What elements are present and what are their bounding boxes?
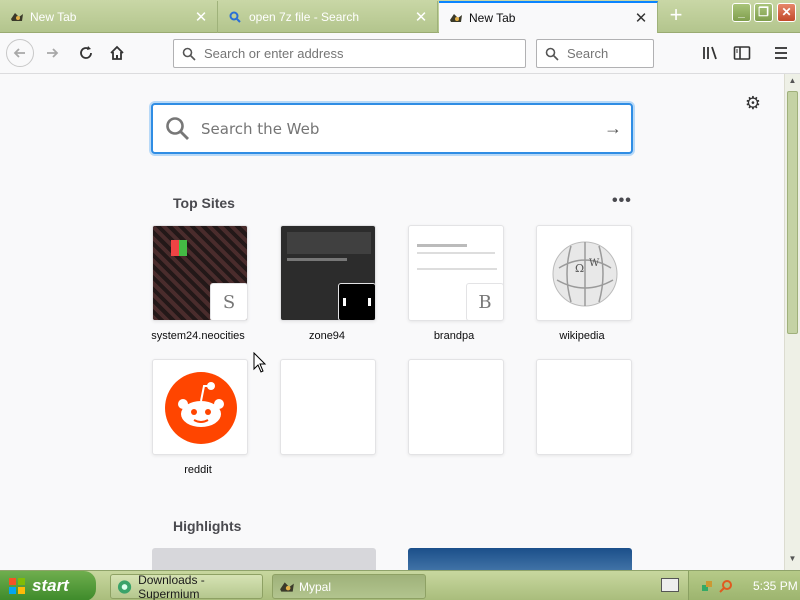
search-icon: [545, 47, 559, 61]
tab-title: open 7z file - Search: [249, 10, 360, 24]
tab-strip: New Tab ✕ open 7z file - Search ✕ New Ta…: [0, 0, 800, 33]
menu-button[interactable]: [767, 39, 795, 67]
taskbar-item-downloads[interactable]: Downloads - Supermium: [110, 572, 263, 600]
top-site-tile-brandpa[interactable]: B: [408, 225, 504, 321]
tile-letter-badge: B: [466, 283, 503, 320]
maximize-button[interactable]: ❐: [754, 3, 773, 22]
address-input[interactable]: [204, 46, 484, 61]
new-tab-page: → ⚙ Top Sites ••• S system24.neocities z…: [0, 74, 784, 570]
tile-thumbnail-line: [417, 268, 497, 270]
tile-favicon-badge: [338, 283, 375, 320]
close-window-button[interactable]: ✕: [777, 3, 796, 22]
empty-top-site-slot[interactable]: [536, 359, 632, 455]
start-button[interactable]: start: [0, 571, 96, 600]
taskbar-item-label: Downloads - Supermium: [138, 572, 205, 600]
search-icon: [229, 11, 241, 23]
windows-flag-icon: [9, 578, 25, 594]
tile-thumbnail-line: [287, 258, 347, 261]
minimize-button[interactable]: _: [732, 3, 751, 22]
keyboard-icon[interactable]: [661, 578, 679, 592]
address-bar[interactable]: [173, 39, 526, 68]
forward-arrow-icon: [47, 48, 59, 58]
clock[interactable]: 5:35 PM: [753, 579, 798, 593]
top-site-label: reddit: [184, 464, 212, 476]
back-arrow-icon: [13, 48, 25, 58]
tab-title: New Tab: [469, 11, 516, 25]
scroll-down-icon[interactable]: ▼: [787, 554, 798, 567]
reddit-icon: [165, 372, 237, 444]
highlight-card[interactable]: [408, 548, 632, 570]
top-sites-heading: Top Sites: [173, 195, 235, 211]
reload-button[interactable]: [72, 39, 100, 67]
web-search-input[interactable]: [201, 119, 595, 138]
tab-new-tab-active[interactable]: New Tab ✕: [439, 1, 658, 33]
top-site-label: wikipedia: [559, 330, 605, 342]
gear-icon[interactable]: ⚙: [744, 94, 762, 112]
empty-top-site-slot[interactable]: [408, 359, 504, 455]
tab-new-tab-1[interactable]: New Tab ✕: [0, 1, 218, 33]
library-button[interactable]: [697, 39, 725, 67]
search-go-arrow-icon[interactable]: →: [595, 118, 631, 139]
highlight-card[interactable]: [152, 548, 376, 570]
close-tab-icon[interactable]: ✕: [193, 8, 209, 26]
top-site-tile-system24[interactable]: S: [152, 225, 248, 321]
mypal-icon: [280, 581, 294, 592]
tile-thumbnail: [287, 232, 371, 254]
taskbar-item-label: Mypal: [299, 579, 332, 594]
navigation-toolbar: [0, 33, 800, 74]
scroll-up-icon[interactable]: ▲: [787, 76, 798, 89]
start-label: start: [32, 576, 69, 595]
tile-letter-badge: S: [210, 283, 247, 320]
tile-thumbnail-line: [417, 244, 467, 247]
vertical-scrollbar[interactable]: ▲ ▼: [784, 74, 800, 570]
home-icon: [110, 45, 124, 60]
zone94-icon: [343, 298, 371, 306]
windows-logo-icon: [171, 240, 187, 256]
tab-search[interactable]: open 7z file - Search ✕: [219, 1, 438, 33]
sidebar-button[interactable]: [728, 39, 756, 67]
back-button[interactable]: [6, 39, 34, 67]
top-site-label: system24.neocities: [151, 330, 245, 342]
mypal-icon: [450, 14, 462, 22]
taskbar-item-mypal[interactable]: Mypal: [272, 574, 426, 599]
top-site-label: brandpa: [433, 330, 475, 342]
forward-button[interactable]: [38, 39, 66, 67]
top-site-label: zone94: [308, 330, 346, 342]
top-site-tile-zone94[interactable]: [280, 225, 376, 321]
search-input[interactable]: [567, 46, 647, 61]
empty-top-site-slot[interactable]: [280, 359, 376, 455]
hamburger-menu-icon: [775, 47, 787, 59]
close-tab-icon[interactable]: ✕: [413, 8, 429, 26]
top-site-tile-reddit[interactable]: [152, 359, 248, 455]
taskbar: start Downloads - Supermium Mypal 5:35 P…: [0, 570, 800, 600]
reload-icon: [80, 46, 92, 59]
svg-text:W: W: [589, 258, 600, 269]
search-magnifier-icon[interactable]: [719, 579, 733, 593]
system-tray: 5:35 PM: [688, 571, 800, 600]
scrollbar-thumb[interactable]: [787, 91, 798, 334]
search-bar[interactable]: [536, 39, 654, 68]
mypal-icon: [11, 13, 23, 21]
tile-thumbnail-line: [417, 252, 495, 254]
supermium-icon: [117, 579, 132, 594]
tab-title: New Tab: [30, 10, 77, 24]
sidebar-icon: [733, 46, 751, 60]
library-icon: [703, 46, 717, 60]
more-options-icon[interactable]: •••: [612, 192, 632, 210]
web-search-box[interactable]: →: [151, 103, 633, 154]
new-tab-button[interactable]: +: [664, 4, 688, 28]
svg-text:Ω: Ω: [575, 262, 584, 275]
top-site-tile-wikipedia[interactable]: Ω W: [536, 225, 632, 321]
network-icon[interactable]: [701, 579, 715, 593]
home-button[interactable]: [103, 39, 131, 67]
search-icon: [182, 47, 196, 61]
wikipedia-globe-icon: Ω W: [552, 241, 618, 307]
highlights-heading: Highlights: [173, 518, 242, 534]
close-tab-icon[interactable]: ✕: [633, 9, 649, 27]
mouse-cursor-icon: [253, 352, 267, 373]
search-icon: [166, 116, 189, 140]
